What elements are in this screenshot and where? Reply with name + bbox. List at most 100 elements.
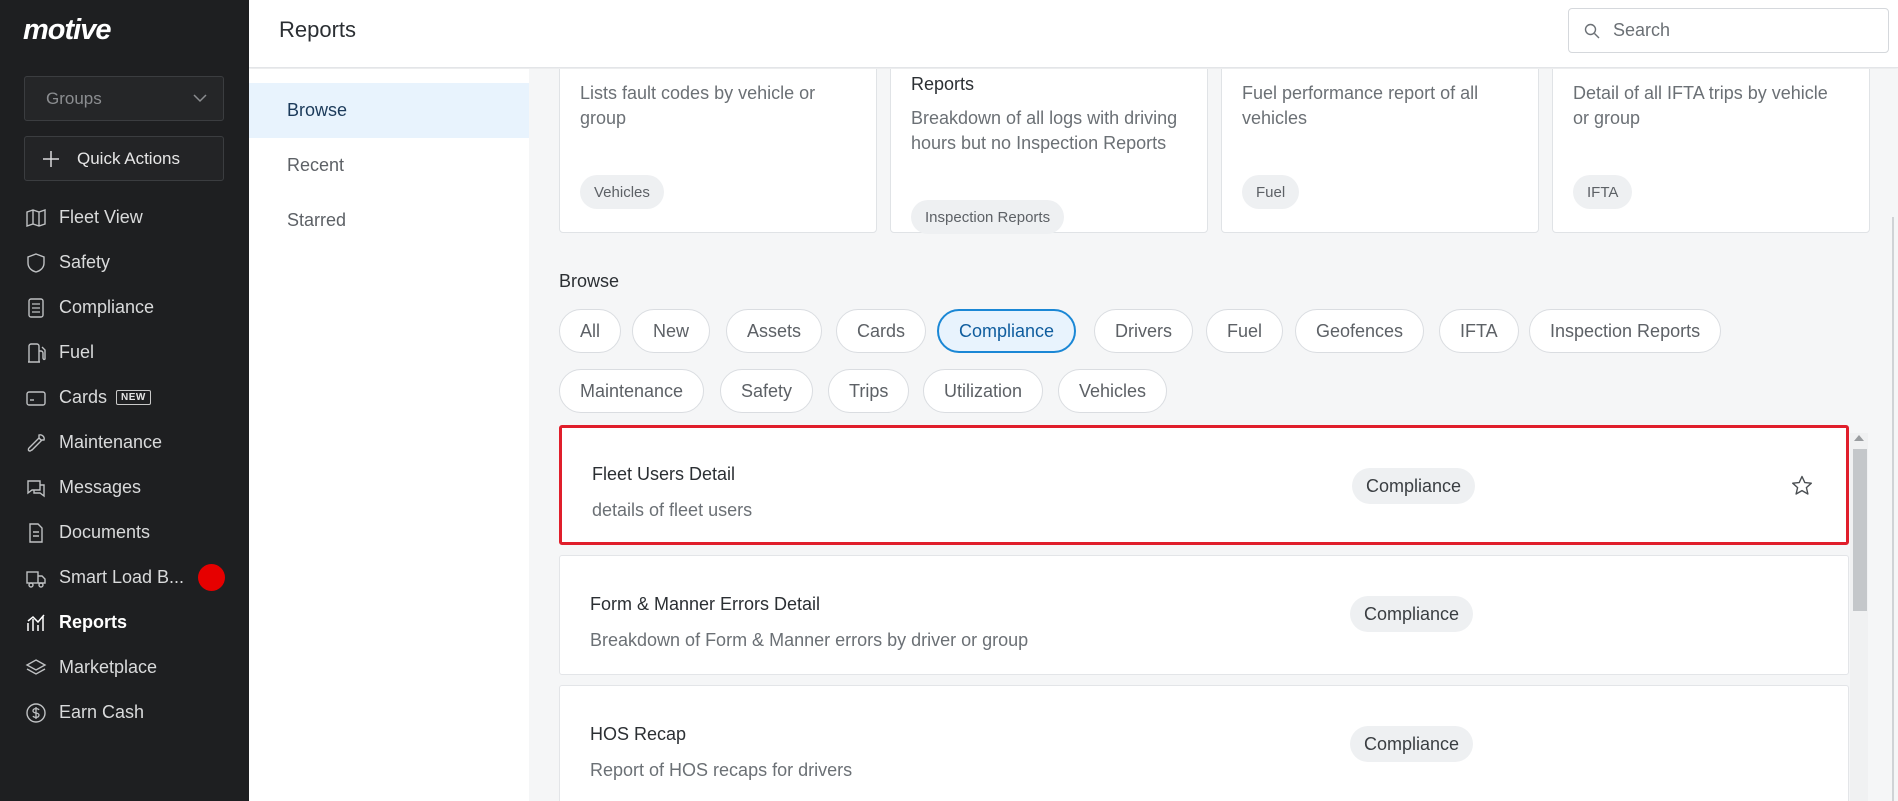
chip-ifta[interactable]: IFTA xyxy=(1439,309,1519,353)
sidebar-item-label: Marketplace xyxy=(59,657,158,677)
chart-icon xyxy=(27,614,45,631)
sidebar-item-marketplace[interactable]: Marketplace xyxy=(0,645,249,690)
card-tag: Vehicles xyxy=(580,175,664,209)
notification-dot xyxy=(198,564,225,591)
report-card[interactable]: Fuel performance report of all vehicles F… xyxy=(1221,69,1539,233)
card-description: Detail of all IFTA trips by vehicle or gr… xyxy=(1573,83,1828,128)
sidebar-item-label: Documents xyxy=(59,522,151,542)
featured-reports: Lists fault codes by vehicle or group Veh… xyxy=(559,69,1898,234)
sidebar-item-compliance[interactable]: Compliance xyxy=(0,285,249,330)
chip-compliance[interactable]: Compliance xyxy=(937,309,1077,353)
motive-logo[interactable]: motive xyxy=(23,14,111,47)
groups-placeholder: Groups xyxy=(46,88,102,108)
chip-utilization[interactable]: Utilization xyxy=(923,369,1044,413)
sidebar-item-label: Earn Cash xyxy=(59,702,145,722)
quick-actions-label: Quick Actions xyxy=(77,148,180,168)
report-list-scrollbar[interactable] xyxy=(1850,433,1868,801)
sidebar-item-label: Messages xyxy=(59,477,142,497)
main-content: Lists fault codes by vehicle or group Veh… xyxy=(529,69,1898,801)
report-row-fleet-users-detail[interactable]: Fleet Users Detail details of fleet user… xyxy=(559,425,1849,545)
chevron-down-icon xyxy=(193,94,207,103)
sidebar-item-documents[interactable]: Documents xyxy=(0,510,249,555)
document-list-icon xyxy=(28,298,44,318)
chip-assets[interactable]: Assets xyxy=(726,309,823,353)
chip-cards[interactable]: Cards xyxy=(836,309,927,353)
sidebar-item-label: Fleet View xyxy=(59,207,143,227)
report-card[interactable]: Reports Breakdown of all logs with drivi… xyxy=(890,69,1208,234)
sidebar-item-label: Safety xyxy=(59,252,111,272)
sidebar-item-label: Cards xyxy=(59,387,108,407)
sidebar-item-reports[interactable]: Reports xyxy=(0,600,249,645)
chip-vehicles[interactable]: Vehicles xyxy=(1058,369,1168,413)
report-description: Report of HOS recaps for drivers xyxy=(590,760,853,780)
sidebar-item-earn-cash[interactable]: Earn Cash xyxy=(0,690,249,735)
sidebar-item-fuel[interactable]: Fuel xyxy=(0,330,249,375)
report-row-hos-recap[interactable]: HOS Recap Report of HOS recaps for drive… xyxy=(559,685,1849,801)
sidebar-nav: Fleet View Safety Compliance Fuel Cards … xyxy=(0,195,249,735)
sidebar-item-cards[interactable]: Cards NEW xyxy=(0,375,249,420)
card-tag: Inspection Reports xyxy=(911,200,1065,234)
truck-icon xyxy=(26,571,46,588)
wrench-icon xyxy=(27,434,45,452)
sidebar: motive Groups Quick Actions Fleet View S… xyxy=(0,0,249,801)
top-header: Reports xyxy=(249,0,1898,68)
chip-inspection-reports[interactable]: Inspection Reports xyxy=(1529,309,1722,353)
search-box[interactable] xyxy=(1568,8,1889,53)
page-scrollbar-track xyxy=(1892,217,1894,801)
report-description: details of fleet users xyxy=(592,500,753,520)
card-title: Reports xyxy=(911,74,975,94)
report-title: Form & Manner Errors Detail xyxy=(590,594,821,614)
quick-actions-button[interactable]: Quick Actions xyxy=(24,136,224,181)
plus-icon xyxy=(43,151,59,167)
card-icon xyxy=(26,391,46,406)
sidebar-item-label: Compliance xyxy=(59,297,155,317)
report-card[interactable]: Lists fault codes by vehicle or group Veh… xyxy=(559,69,877,233)
card-description: Breakdown of all logs with driving hours … xyxy=(911,108,1178,153)
scroll-up-arrow[interactable] xyxy=(1854,435,1864,441)
search-input[interactable] xyxy=(1613,20,1873,41)
star-icon[interactable] xyxy=(1790,474,1814,498)
page-title: Reports xyxy=(279,17,357,42)
report-row-form-manner-errors-detail[interactable]: Form & Manner Errors Detail Breakdown of… xyxy=(559,555,1849,675)
chip-drivers[interactable]: Drivers xyxy=(1094,309,1193,353)
report-category-tag: Compliance xyxy=(1350,596,1474,632)
chip-safety[interactable]: Safety xyxy=(720,369,814,413)
report-title: Fleet Users Detail xyxy=(592,464,736,484)
sidebar-item-fleet-view[interactable]: Fleet View xyxy=(0,195,249,240)
report-card[interactable]: Detail of all IFTA trips by vehicle or gr… xyxy=(1552,69,1870,233)
chip-fuel[interactable]: Fuel xyxy=(1206,309,1284,353)
card-tag: IFTA xyxy=(1573,175,1633,209)
sidebar-item-safety[interactable]: Safety xyxy=(0,240,249,285)
chip-all[interactable]: All xyxy=(559,309,622,353)
scrollbar-thumb[interactable] xyxy=(1853,449,1867,611)
report-category-tag: Compliance xyxy=(1350,726,1474,762)
report-title: HOS Recap xyxy=(590,724,687,744)
sidebar-item-smart-load-board[interactable]: Smart Load B... xyxy=(0,555,249,600)
report-category-tag: Compliance xyxy=(1352,468,1476,504)
reports-subnav: Browse Recent Starred xyxy=(249,69,529,801)
chip-trips[interactable]: Trips xyxy=(828,369,910,413)
chip-maintenance[interactable]: Maintenance xyxy=(559,369,705,413)
dollar-icon xyxy=(26,703,46,723)
card-description: Lists fault codes by vehicle or group xyxy=(580,83,816,128)
subnav-recent[interactable]: Recent xyxy=(249,138,529,193)
chat-icon xyxy=(27,480,45,498)
sidebar-item-label: Reports xyxy=(59,612,128,632)
sidebar-item-maintenance[interactable]: Maintenance xyxy=(0,420,249,465)
subnav-starred[interactable]: Starred xyxy=(249,193,529,248)
sidebar-item-messages[interactable]: Messages xyxy=(0,465,249,510)
file-icon xyxy=(29,523,43,543)
search-icon xyxy=(1584,23,1600,39)
layers-icon xyxy=(25,659,47,675)
browse-heading: Browse xyxy=(559,271,620,291)
map-icon xyxy=(26,209,46,227)
subnav-browse[interactable]: Browse xyxy=(249,83,529,138)
chip-geofences[interactable]: Geofences xyxy=(1295,309,1425,353)
sidebar-item-label: Maintenance xyxy=(59,432,163,452)
sidebar-item-label: Fuel xyxy=(59,342,95,362)
card-tag: Fuel xyxy=(1242,175,1300,209)
new-badge: NEW xyxy=(116,390,151,405)
report-description: Breakdown of Form & Manner errors by dri… xyxy=(590,630,1029,650)
chip-new[interactable]: New xyxy=(632,309,711,353)
groups-dropdown[interactable]: Groups xyxy=(24,76,224,121)
